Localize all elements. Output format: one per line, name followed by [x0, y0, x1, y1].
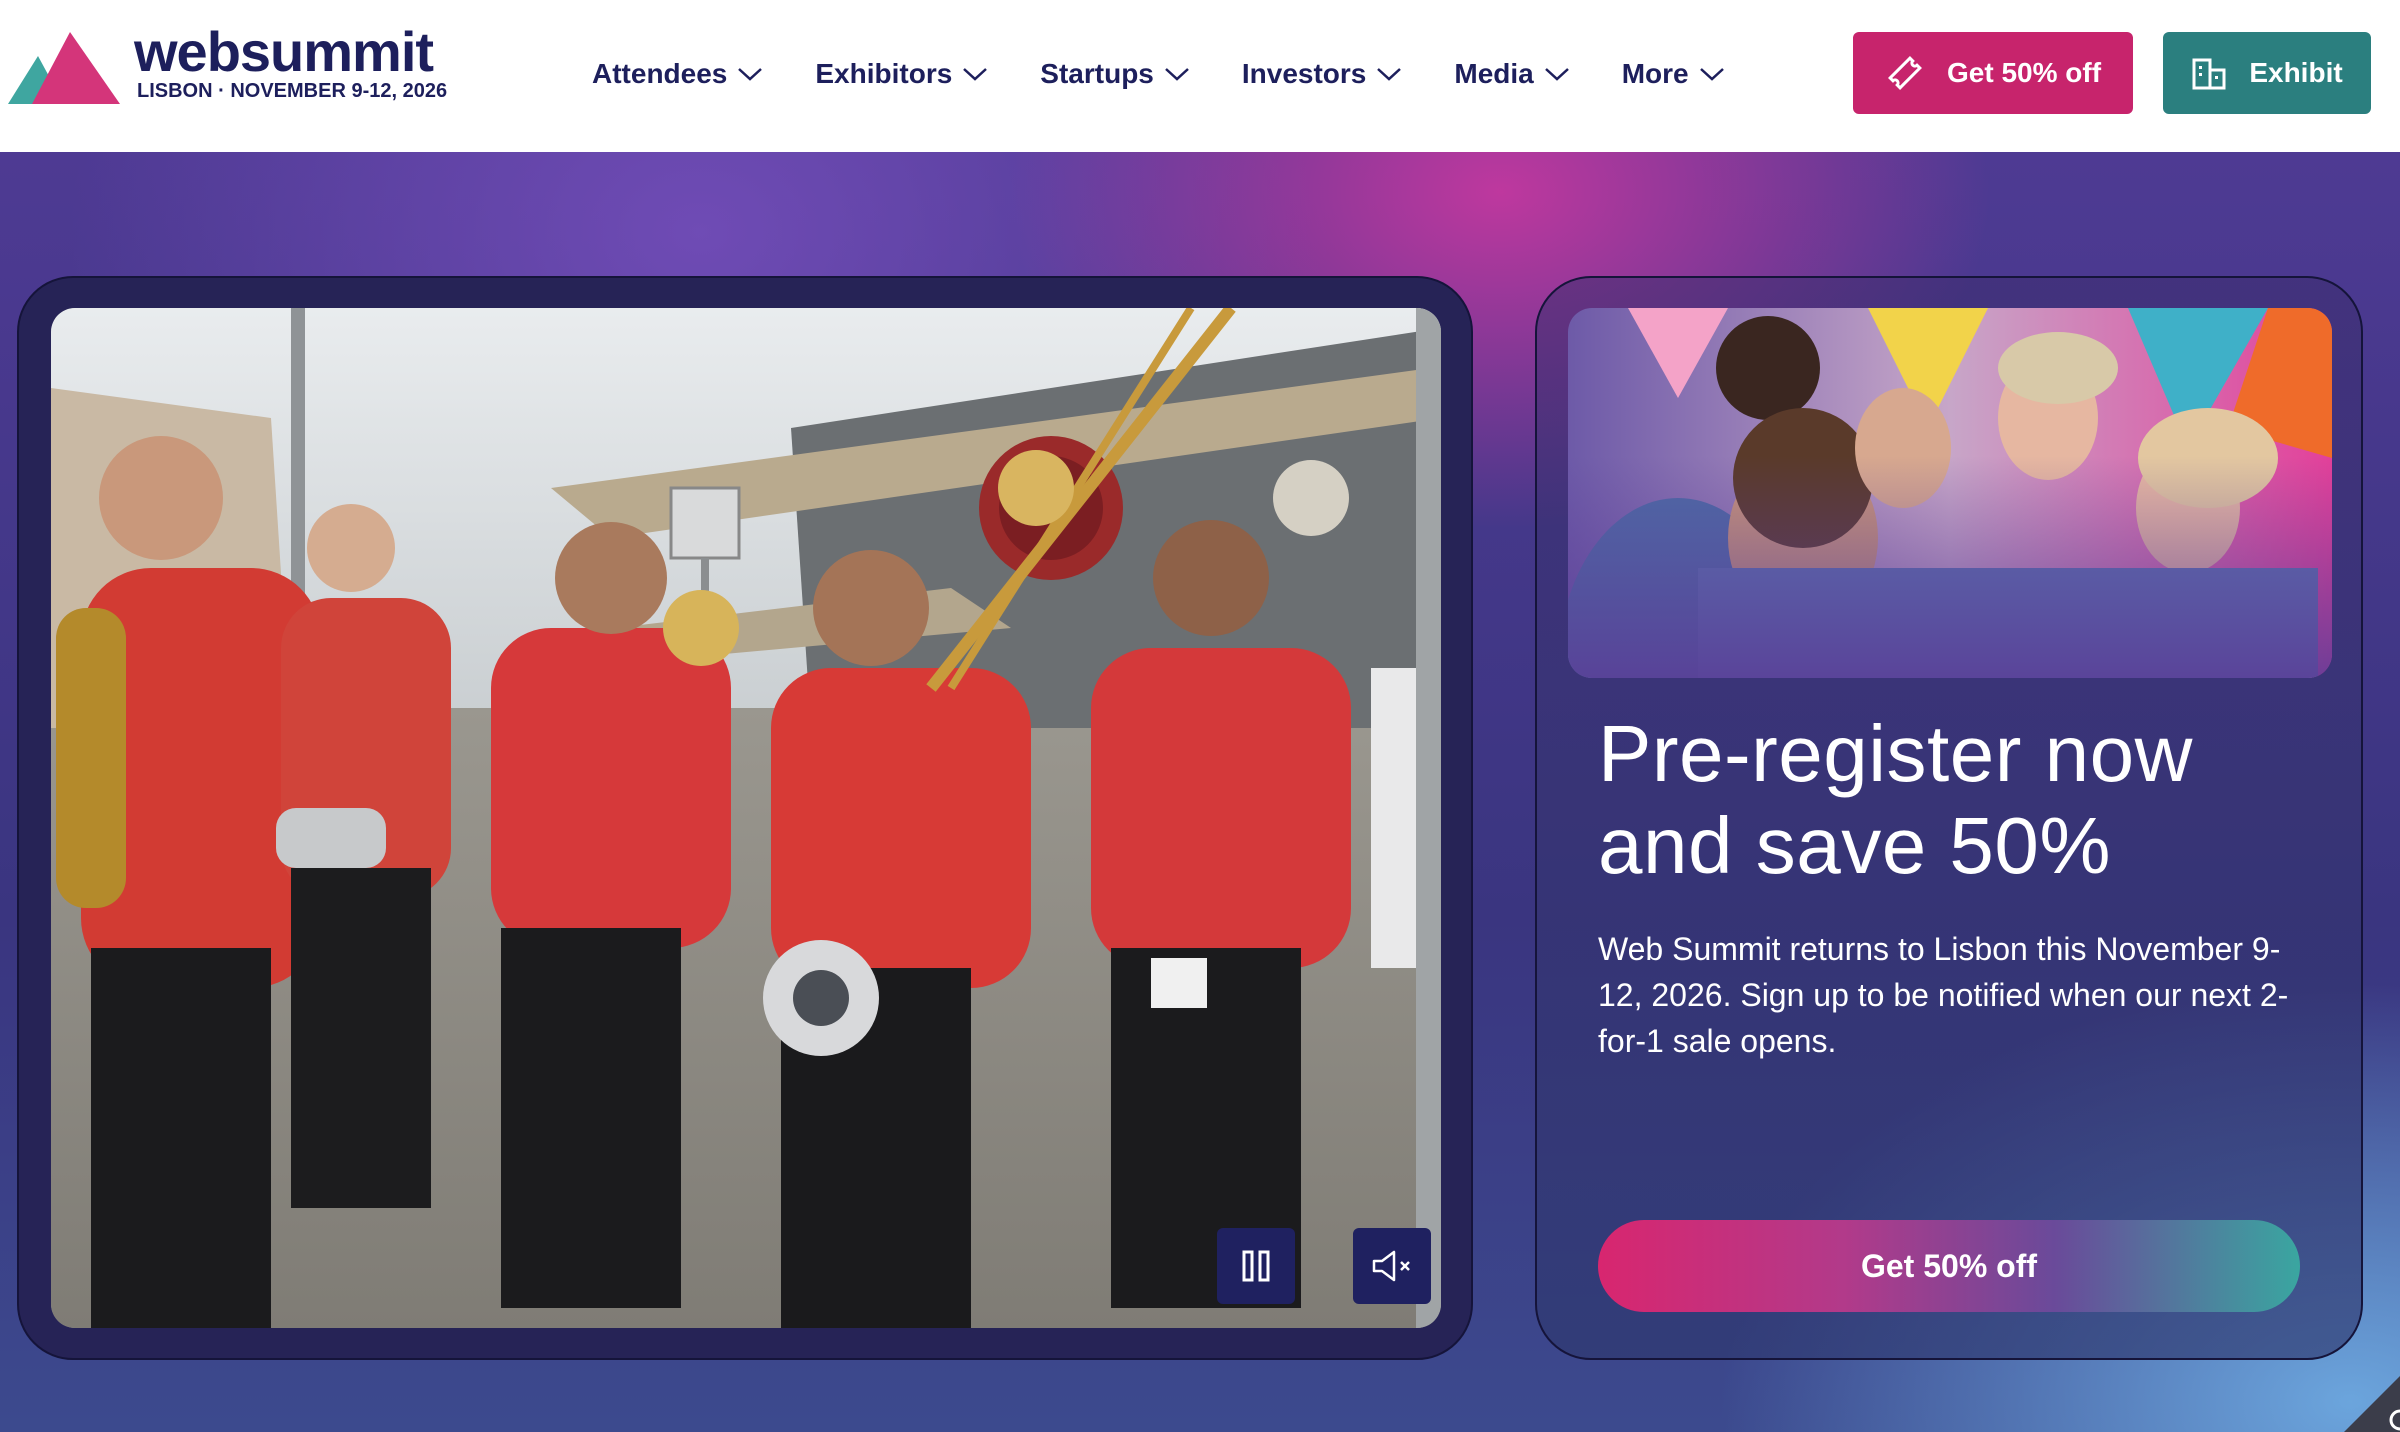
nav-item-more[interactable]: More [1622, 58, 1725, 90]
nav-item-label: Startups [1040, 58, 1154, 89]
chevron-down-icon [1699, 68, 1724, 81]
mute-button[interactable] [1353, 1228, 1431, 1304]
chevron-down-icon [963, 68, 988, 81]
promo-title: Pre-register now and save 50% [1598, 709, 2193, 890]
gear-icon[interactable] [2340, 1356, 2400, 1432]
chevron-down-icon [1165, 68, 1189, 81]
building-icon [2192, 58, 2226, 90]
promo-card: Pre-register now and save 50% Web Summit… [1535, 276, 2363, 1360]
chevron-down-icon [1544, 68, 1569, 81]
event-dates: LISBON · NOVEMBER 9-12, 2026 [137, 80, 448, 102]
pause-icon [1242, 1250, 1270, 1282]
logo-mark-icon [8, 32, 120, 104]
marching-band-video-frame [51, 308, 1441, 1328]
main-nav: Attendees Exhibitors Startups Investors … [592, 48, 1777, 100]
nav-item-attendees[interactable]: Attendees [592, 58, 763, 90]
websummit-logo[interactable]: websummit LISBON · NOVEMBER 9-12, 2026 [8, 20, 448, 114]
pause-button[interactable] [1217, 1228, 1295, 1304]
nav-item-label: Investors [1241, 58, 1367, 89]
nav-item-exhibitors[interactable]: Exhibitors [815, 58, 988, 90]
nav-item-startups[interactable]: Startups [1040, 58, 1190, 90]
exhibit-button[interactable]: Exhibit [2163, 32, 2371, 114]
promo-get-discount-button[interactable]: Get 50% off [1598, 1220, 2300, 1312]
nav-item-investors[interactable]: Investors [1242, 58, 1403, 90]
chevron-down-icon [738, 68, 763, 81]
ticket-icon [1888, 56, 1922, 90]
nav-item-label: Exhibitors [815, 58, 953, 89]
nav-item-label: More [1621, 58, 1689, 89]
get-discount-label: Get 50% off [1946, 57, 2102, 88]
muted-speaker-icon [1372, 1250, 1410, 1282]
group-photo-illustration [1568, 308, 2332, 678]
nav-item-media[interactable]: Media [1454, 58, 1569, 90]
nav-item-label: Media [1454, 58, 1534, 89]
video-card [17, 276, 1473, 1360]
site-header: websummit LISBON · NOVEMBER 9-12, 2026 A… [0, 0, 2400, 152]
hero-section: Pre-register now and save 50% Web Summit… [0, 152, 2400, 1432]
nav-item-label: Attendees [592, 58, 728, 89]
hero-video[interactable] [51, 308, 1441, 1328]
attendees-group-photo [1568, 308, 2332, 678]
promo-description: Web Summit returns to Lisbon this Novemb… [1598, 931, 2289, 1059]
get-discount-button[interactable]: Get 50% off [1853, 32, 2133, 114]
logo-wordmark: websummit [134, 20, 434, 83]
exhibit-label: Exhibit [2249, 57, 2343, 88]
chevron-down-icon [1377, 68, 1402, 81]
